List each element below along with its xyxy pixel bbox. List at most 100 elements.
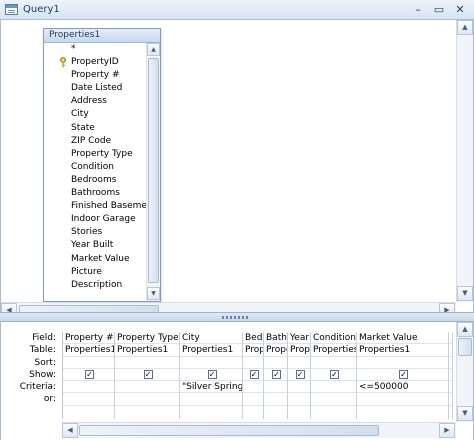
grid-cell-or[interactable] — [311, 393, 356, 406]
field-list-item[interactable]: Condition — [44, 161, 146, 174]
scroll-up-arrow-icon[interactable]: ▲ — [147, 43, 160, 56]
field-list-item[interactable]: Year Built — [44, 239, 146, 252]
grid-cell-field[interactable] — [449, 332, 452, 345]
grid-cell-criteria[interactable]: "Silver Spring" — [180, 381, 242, 394]
scroll-left-arrow-icon[interactable]: ◀ — [62, 423, 78, 438]
field-list-item[interactable]: Picture — [44, 266, 146, 279]
minimize-button[interactable]: – — [411, 3, 425, 16]
grid-cell-table[interactable] — [449, 344, 452, 357]
scroll-thumb[interactable] — [458, 338, 472, 356]
grid-cell-show[interactable]: ✓ — [243, 369, 263, 382]
grid-cell-show[interactable]: ✓ — [264, 369, 287, 382]
grid-cell-criteria[interactable] — [288, 381, 310, 394]
grid-cell-field[interactable]: Condition — [311, 332, 356, 345]
grid-cell-sort[interactable] — [449, 357, 452, 369]
grid-cell-field[interactable]: Year Built — [288, 332, 310, 345]
grid-column[interactable]: BathroomsProperties1 ✓ — [264, 332, 288, 419]
field-list-item[interactable]: Property Type — [44, 148, 146, 161]
field-list-item[interactable]: Finished Basement — [44, 200, 146, 213]
grid-cell-sort[interactable] — [357, 357, 448, 369]
grid-column[interactable]: Property Type Properties1 ✓ — [115, 332, 180, 419]
show-checkbox[interactable]: ✓ — [330, 370, 339, 380]
grid-cell-table[interactable]: Properties1 — [180, 344, 242, 357]
field-list-item[interactable]: State — [44, 122, 146, 135]
design-grid[interactable]: Property # Properties1 ✓ Property Type Prope… — [62, 332, 453, 419]
close-button[interactable]: ✕ — [453, 3, 467, 16]
grid-cell-criteria[interactable]: <=500000 — [357, 381, 448, 394]
scroll-right-arrow-icon[interactable]: ▶ — [439, 423, 455, 438]
grid-cell-field[interactable]: Bedrooms — [243, 332, 263, 345]
show-checkbox[interactable]: ✓ — [399, 370, 408, 380]
grid-cell-table[interactable]: Properties1 — [311, 344, 356, 357]
pane-splitter[interactable] — [0, 312, 474, 322]
field-list-item[interactable]: Bedrooms — [44, 174, 146, 187]
grid-column[interactable]: City Properties1 ✓ "Silver Spring" — [180, 332, 243, 419]
field-list-item[interactable]: Bathrooms — [44, 187, 146, 200]
show-checkbox[interactable]: ✓ — [272, 370, 281, 380]
grid-cell-criteria[interactable] — [243, 381, 263, 394]
grid-cell-show[interactable]: ✓ — [311, 369, 356, 382]
grid-column[interactable]: Market Value Properties1 ✓ <=500000 — [357, 332, 449, 419]
grid-cell-sort[interactable] — [311, 357, 356, 369]
grid-cell-table[interactable]: Properties1 — [264, 344, 287, 357]
table-name[interactable]: Properties1 — [44, 29, 160, 43]
grid-column[interactable] — [449, 332, 453, 419]
grid-cell-or[interactable] — [180, 393, 242, 406]
grid-cell-sort[interactable] — [243, 357, 263, 369]
grid-vertical-scrollbar[interactable]: ▲ ▼ — [456, 322, 473, 422]
grid-cell-show[interactable]: ✓ — [288, 369, 310, 382]
grid-cell-or[interactable] — [243, 393, 263, 406]
grid-cell-criteria[interactable] — [311, 381, 356, 394]
scroll-up-arrow-icon[interactable]: ▲ — [457, 322, 473, 337]
grid-cell-criteria[interactable] — [264, 381, 287, 394]
grid-cell-sort[interactable] — [288, 357, 310, 369]
field-list-box[interactable]: Properties1 * PropertyID Property # Date Li… — [43, 28, 161, 302]
field-list-scrollbar[interactable]: ▲ ▼ — [146, 43, 160, 301]
grid-cell-field[interactable]: Bathrooms — [264, 332, 287, 345]
grid-cell-field[interactable]: City — [180, 332, 242, 345]
grid-cell-sort[interactable] — [63, 357, 114, 369]
field-list-item[interactable]: Indoor Garage — [44, 213, 146, 226]
grid-cell-table[interactable]: Properties1 — [243, 344, 263, 357]
field-list-item[interactable]: ZIP Code — [44, 135, 146, 148]
field-list-item[interactable]: Date Listed — [44, 82, 146, 95]
scroll-down-arrow-icon[interactable]: ▼ — [147, 287, 160, 300]
grid-cell-criteria[interactable] — [63, 381, 114, 394]
grid-cell-sort[interactable] — [115, 357, 179, 369]
grid-cell-or[interactable] — [357, 393, 448, 406]
design-grid-pane[interactable]: Field: Table: Sort: Show: Criteria: or: Prope… — [0, 322, 474, 440]
grid-cell-sort[interactable] — [264, 357, 287, 369]
scroll-thumb[interactable] — [148, 58, 159, 283]
grid-cell-criteria[interactable] — [449, 381, 452, 394]
grid-cell-table[interactable]: Properties1 — [357, 344, 448, 357]
grid-horizontal-scrollbar[interactable]: ◀ ▶ — [62, 422, 456, 438]
grid-cell-sort[interactable] — [180, 357, 242, 369]
restore-button[interactable]: ▭ — [432, 3, 446, 16]
splitter-grip-icon[interactable] — [222, 316, 250, 319]
grid-column[interactable]: Year BuiltProperties1 ✓ — [288, 332, 311, 419]
grid-cell-table[interactable]: Properties1 — [288, 344, 310, 357]
grid-cell-show[interactable]: ✓ — [115, 369, 179, 382]
grid-cell-or[interactable] — [115, 393, 179, 406]
grid-cell-table[interactable]: Properties1 — [115, 344, 179, 357]
field-list-item[interactable]: PropertyID — [44, 56, 146, 69]
show-checkbox[interactable]: ✓ — [143, 370, 153, 380]
grid-cell-field[interactable]: Market Value — [357, 332, 448, 345]
scroll-down-arrow-icon[interactable]: ▼ — [457, 286, 473, 301]
grid-cell-show[interactable]: ✓ — [63, 369, 114, 382]
table-pane[interactable]: Properties1 * PropertyID Property # Date Li… — [0, 20, 474, 319]
scroll-down-arrow-icon[interactable]: ▼ — [457, 406, 473, 421]
grid-cell-show[interactable] — [449, 369, 452, 382]
grid-column[interactable]: Property # Properties1 ✓ — [63, 332, 115, 419]
show-checkbox[interactable]: ✓ — [207, 370, 217, 380]
grid-column[interactable]: BedroomsProperties1 ✓ — [243, 332, 264, 419]
scroll-thumb[interactable] — [79, 425, 379, 436]
grid-cell-or[interactable] — [264, 393, 287, 406]
field-list-item[interactable]: Market Value — [44, 253, 146, 266]
show-checkbox[interactable]: ✓ — [85, 370, 94, 380]
field-list-item[interactable]: Description — [44, 279, 146, 292]
show-checkbox[interactable]: ✓ — [249, 370, 259, 380]
upper-vertical-scrollbar[interactable]: ▲ ▼ — [456, 20, 473, 302]
field-list-item[interactable]: * — [44, 43, 146, 56]
field-list-item[interactable]: Stories — [44, 226, 146, 239]
